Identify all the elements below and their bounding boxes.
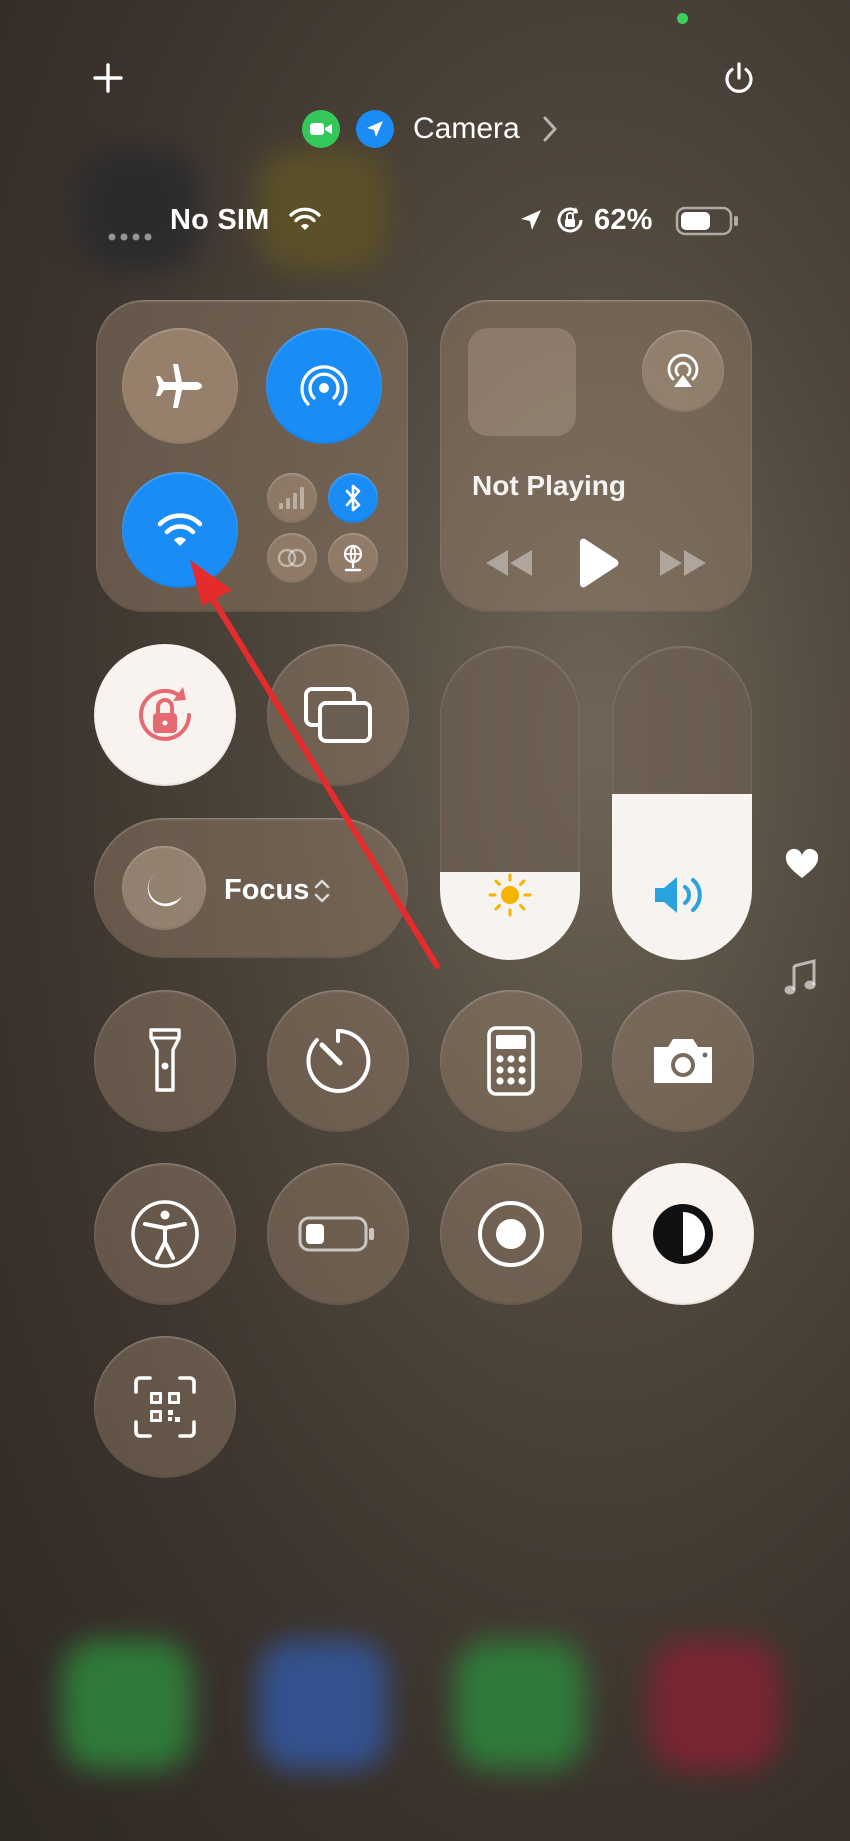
annotation-arrow xyxy=(190,560,440,969)
